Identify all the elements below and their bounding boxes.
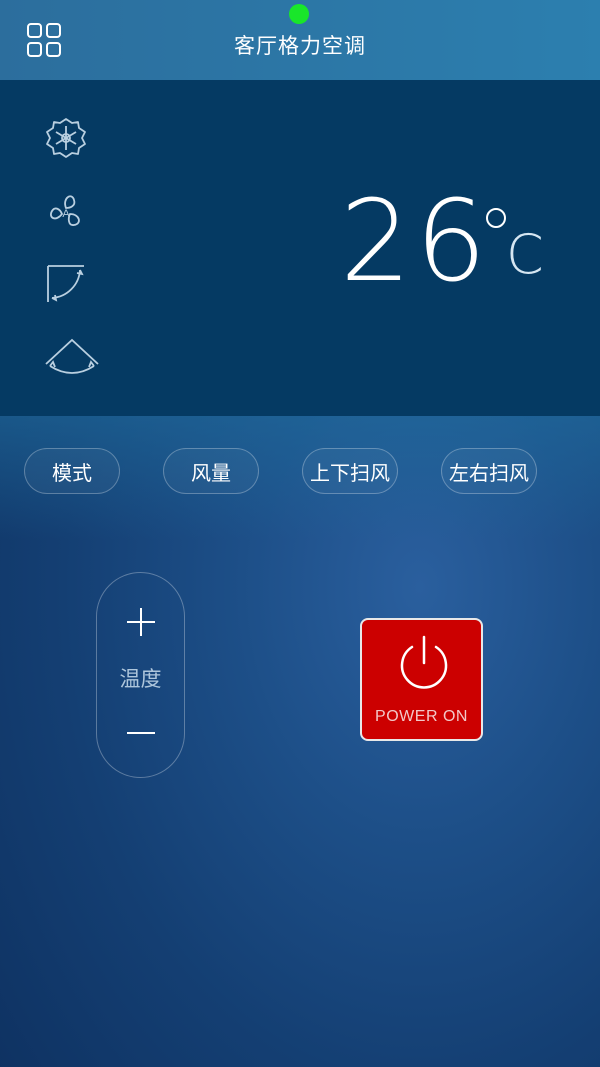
- power-icon: [400, 635, 448, 689]
- temp-increase-button[interactable]: [97, 593, 184, 653]
- horizontal-swing-icon: [44, 334, 100, 382]
- degree-icon: [486, 208, 506, 228]
- power-label: POWER ON: [375, 708, 468, 725]
- app-header: 客厅格力空调: [0, 0, 600, 80]
- connection-status-dot: [289, 4, 309, 24]
- temperature-unit: C: [506, 223, 544, 286]
- fan-speed-button[interactable]: 风量: [163, 448, 259, 494]
- temperature-label: 温度: [119, 667, 162, 691]
- fan-auto-icon: A: [44, 190, 100, 238]
- temp-decrease-button[interactable]: [97, 703, 184, 763]
- power-button[interactable]: POWER ON: [360, 618, 483, 741]
- horizontal-swing-button[interactable]: 左右扫风: [441, 448, 537, 494]
- device-title: 客厅格力空调: [234, 34, 366, 58]
- plus-icon: [127, 608, 155, 636]
- minus-icon: [127, 732, 155, 734]
- vertical-swing-icon: [44, 262, 100, 310]
- vertical-swing-button[interactable]: 上下扫风: [302, 448, 398, 494]
- temperature-control: 温度: [96, 572, 185, 778]
- mode-button[interactable]: 模式: [24, 448, 120, 494]
- svg-text:A: A: [62, 208, 70, 220]
- temperature-display: 26: [340, 177, 491, 307]
- snowflake-icon: [44, 116, 100, 164]
